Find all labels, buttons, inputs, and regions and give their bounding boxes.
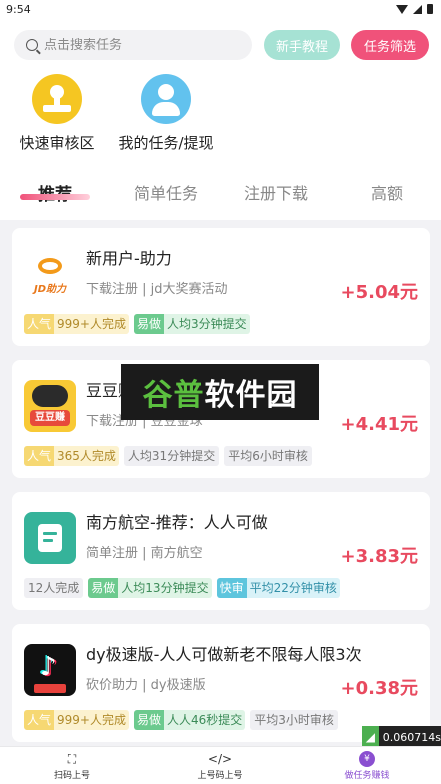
task-subtitle: 简单注册 | 南方航空	[86, 546, 203, 561]
task-card[interactable]: 南方航空-推荐：人人可做 简单注册 | 南方航空 +3.83元 12人完成 易做…	[12, 492, 430, 610]
bottom-nav: ⛶ 扫码上号 </> 上号码上号 ¥ 做任务赚钱	[0, 746, 441, 784]
tag-popularity: 人气 999+人完成	[24, 314, 129, 334]
tab-register-download[interactable]: 注册下载	[244, 180, 308, 204]
task-tags: 人气 365人完成 人均31分钟提交 平均6小时审核	[24, 446, 312, 466]
timer-value: 0.060714s	[382, 730, 441, 744]
filter-button[interactable]: 任务筛选	[351, 30, 429, 60]
search-bar[interactable]	[14, 30, 252, 60]
status-time: 9:54	[6, 3, 31, 16]
tag-easy: 易做 人均3分钟提交	[133, 314, 250, 334]
nav-scan[interactable]: ⛶ 扫码上号	[27, 751, 117, 781]
nav-code[interactable]: </> 上号码上号	[175, 751, 265, 781]
jd-logo-icon: JD助力	[24, 248, 76, 300]
tab-simple[interactable]: 简单任务	[134, 180, 198, 204]
task-tags: 人气 999+人完成 易做 人均3分钟提交	[24, 314, 250, 334]
task-tabs: 推荐 简单任务 注册下载 高额	[0, 180, 441, 220]
task-reward: +0.38元	[340, 678, 419, 699]
task-title: 南方航空-推荐：人人可做	[86, 513, 268, 532]
nav-earn[interactable]: ¥ 做任务赚钱	[322, 751, 412, 781]
task-reward: +3.83元	[340, 546, 419, 567]
tag-avg-submit: 人均31分钟提交	[123, 446, 220, 466]
search-input[interactable]	[44, 37, 234, 53]
my-tasks-label: 我的任务/提现	[118, 134, 214, 152]
tab-recommended[interactable]: 推荐	[38, 180, 72, 205]
tag-popularity: 人气 999+人完成	[24, 710, 129, 730]
doudou-logo-icon: 豆豆赚	[24, 380, 76, 432]
timer-icon: ◢	[362, 726, 379, 748]
task-title: dy极速版-人人可做新老不限每人限3次	[86, 645, 362, 664]
battery-icon	[427, 4, 433, 14]
stamp-icon	[32, 74, 82, 124]
header: 新手教程 任务筛选 快速审核区 我的任务/提现 推荐 简单任务 注册下载 高额	[0, 20, 441, 220]
task-tags: 人气 999+人完成 易做 人人46秒提交 平均3小时审核	[24, 710, 338, 730]
task-subtitle: 砍价助力 | dy极速版	[86, 678, 206, 693]
task-card[interactable]: ♪ dy极速版-人人可做新老不限每人限3次 砍价助力 | dy极速版 +0.38…	[12, 624, 430, 742]
active-tab-underline	[20, 194, 90, 200]
task-reward: +5.04元	[340, 282, 419, 303]
watermark-logo: 谷普 软件园	[121, 364, 319, 420]
tag-popularity: 人气 365人完成	[24, 446, 119, 466]
money-bag-icon: ¥	[359, 751, 375, 767]
southern-airlines-logo-icon	[24, 512, 76, 564]
task-tags: 12人完成 易做 人均13分钟提交 快审 平均22分钟审核	[24, 578, 340, 598]
tag-easy: 易做 人均13分钟提交	[88, 578, 212, 598]
status-bar: 9:54	[0, 0, 441, 20]
scan-icon: ⛶	[67, 752, 77, 766]
tag-avg-review: 平均6小时审核	[224, 446, 312, 466]
search-icon	[26, 39, 38, 51]
quick-review-entry[interactable]: 快速审核区	[15, 74, 99, 153]
quick-review-label: 快速审核区	[19, 134, 95, 152]
tag-easy: 易做 人人46秒提交	[133, 710, 246, 730]
tag-completed: 12人完成	[24, 578, 84, 598]
task-reward: +4.41元	[340, 414, 419, 435]
douyin-logo-icon: ♪	[24, 644, 76, 696]
task-title: 新用户-助力	[86, 249, 172, 268]
tag-avg-review: 平均3小时审核	[250, 710, 338, 730]
timer-overlay: ◢ 0.060714s	[362, 726, 441, 748]
tag-fast-review: 快审 平均22分钟审核	[216, 578, 340, 598]
user-icon	[141, 74, 191, 124]
code-icon: </>	[207, 752, 233, 766]
my-tasks-entry[interactable]: 我的任务/提现	[112, 74, 220, 153]
status-icons	[396, 4, 433, 14]
wifi-icon	[396, 4, 408, 14]
tutorial-button[interactable]: 新手教程	[264, 30, 340, 60]
tab-high-reward[interactable]: 高额	[371, 180, 403, 204]
task-card[interactable]: JD助力 新用户-助力 下载注册 | jd大奖赛活动 +5.04元 人气 999+…	[12, 228, 430, 346]
signal-icon	[413, 4, 422, 14]
task-subtitle: 下载注册 | jd大奖赛活动	[86, 282, 228, 297]
